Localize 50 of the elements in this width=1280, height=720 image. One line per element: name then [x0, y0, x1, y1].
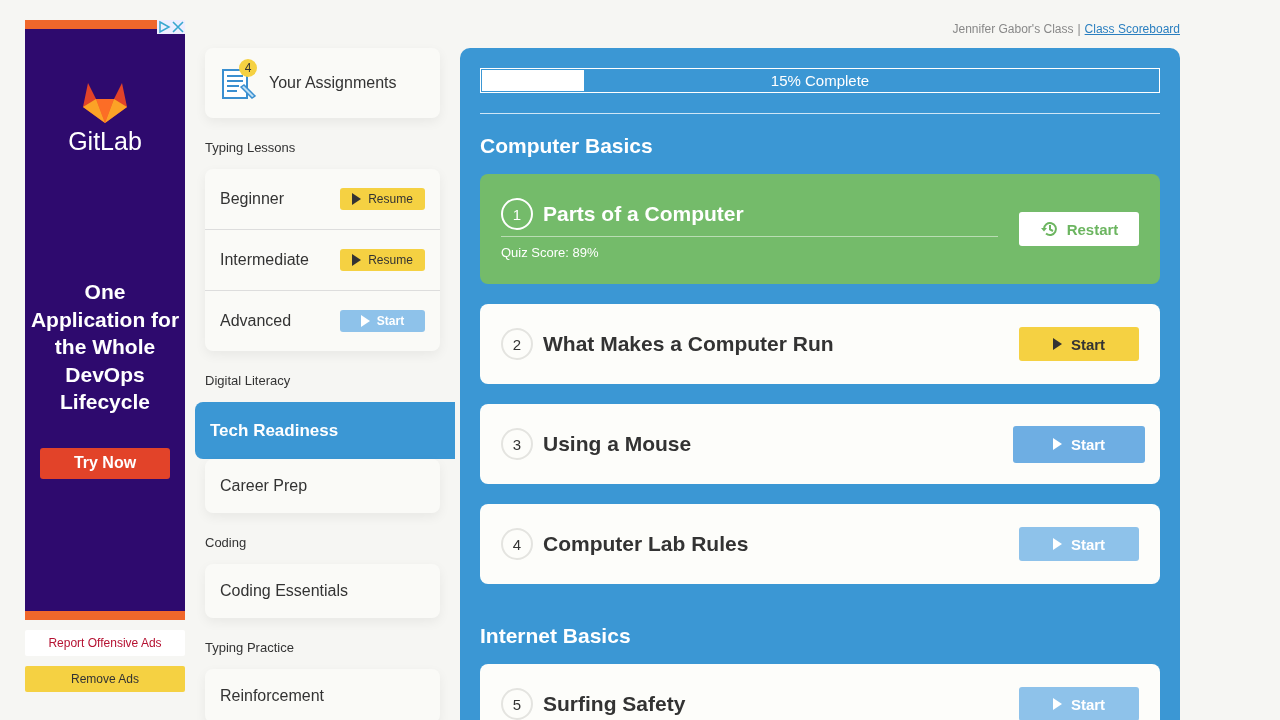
lesson-title: What Makes a Computer Run [543, 332, 834, 356]
section-title: Computer Basics [480, 134, 654, 159]
brand-name: GitLab [68, 127, 142, 156]
start-button[interactable]: Start [1019, 327, 1139, 361]
sidebar-item[interactable]: Reinforcement [205, 669, 440, 720]
ad-banner[interactable]: GitLab One Application for the Whole DevOps Lifecycle Try Now [25, 20, 185, 620]
quiz-score: Quiz Score: 89% [501, 245, 600, 260]
lesson-title: Surfing Safety [543, 692, 686, 716]
section-title: Internet Basics [480, 624, 632, 649]
assignments-card[interactable]: 4 Your Assignments [205, 48, 440, 118]
remove-ads-button[interactable]: Remove Ads [25, 666, 185, 692]
fox-logo-icon [83, 83, 127, 123]
play-icon [1052, 338, 1062, 350]
resume-button[interactable]: Resume [340, 188, 425, 210]
number-circle: 5 [501, 688, 533, 720]
report-ads-link[interactable]: Report Offensive Ads [25, 630, 185, 656]
sidebar-item[interactable]: Advanced [220, 312, 292, 330]
lesson-title: Using a Mouse [543, 432, 692, 456]
sidebar-item[interactable]: Career Prep [205, 459, 440, 513]
number-circle: 3 [501, 428, 533, 460]
group-title: Digital Literacy [205, 373, 292, 390]
number-circle: 2 [501, 328, 533, 360]
try-now-button[interactable]: Try Now [40, 447, 170, 479]
assignments-label: Your Assignments [269, 74, 397, 92]
play-icon [1052, 438, 1062, 450]
play-icon [1052, 538, 1062, 550]
lesson-title: Computer Lab Rules [543, 532, 749, 556]
play-icon [352, 193, 362, 205]
play-icon [1052, 698, 1062, 710]
scoreboard-link[interactable]: Class Scoreboard [1084, 22, 1180, 36]
group-title: Typing Practice [205, 640, 295, 657]
lesson-title: Parts of a Computer [543, 202, 744, 226]
resume-button[interactable]: Resume [340, 249, 425, 271]
class-name: Jennifer Gabor's Class [952, 22, 1074, 36]
number-circle: 1 [501, 198, 533, 230]
history-icon [1039, 220, 1058, 238]
play-icon [360, 315, 370, 327]
close-icon [171, 20, 185, 34]
progress-text: 15% Complete [770, 72, 870, 89]
sidebar-item[interactable]: Beginner [220, 190, 285, 208]
ad-headline: One Application for the Whole DevOps Lifecycle [29, 279, 181, 415]
sidebar-item[interactable]: Intermediate [220, 251, 309, 269]
group-title: Coding [205, 535, 248, 552]
separator: | [1077, 22, 1081, 36]
number-circle: 4 [501, 528, 533, 560]
sidebar-item[interactable]: Coding Essentials [205, 564, 440, 618]
play-icon [352, 254, 362, 266]
count-badge: 4 [239, 59, 257, 77]
ad-choices-icon [157, 20, 171, 34]
group-title: Typing Lessons [205, 140, 297, 157]
